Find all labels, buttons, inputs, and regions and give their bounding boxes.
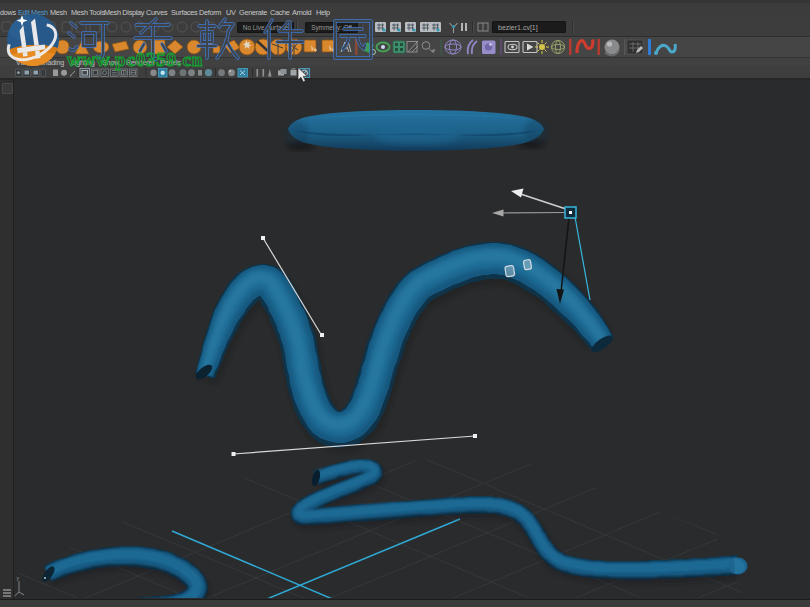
svg-text:y: y bbox=[17, 575, 20, 581]
